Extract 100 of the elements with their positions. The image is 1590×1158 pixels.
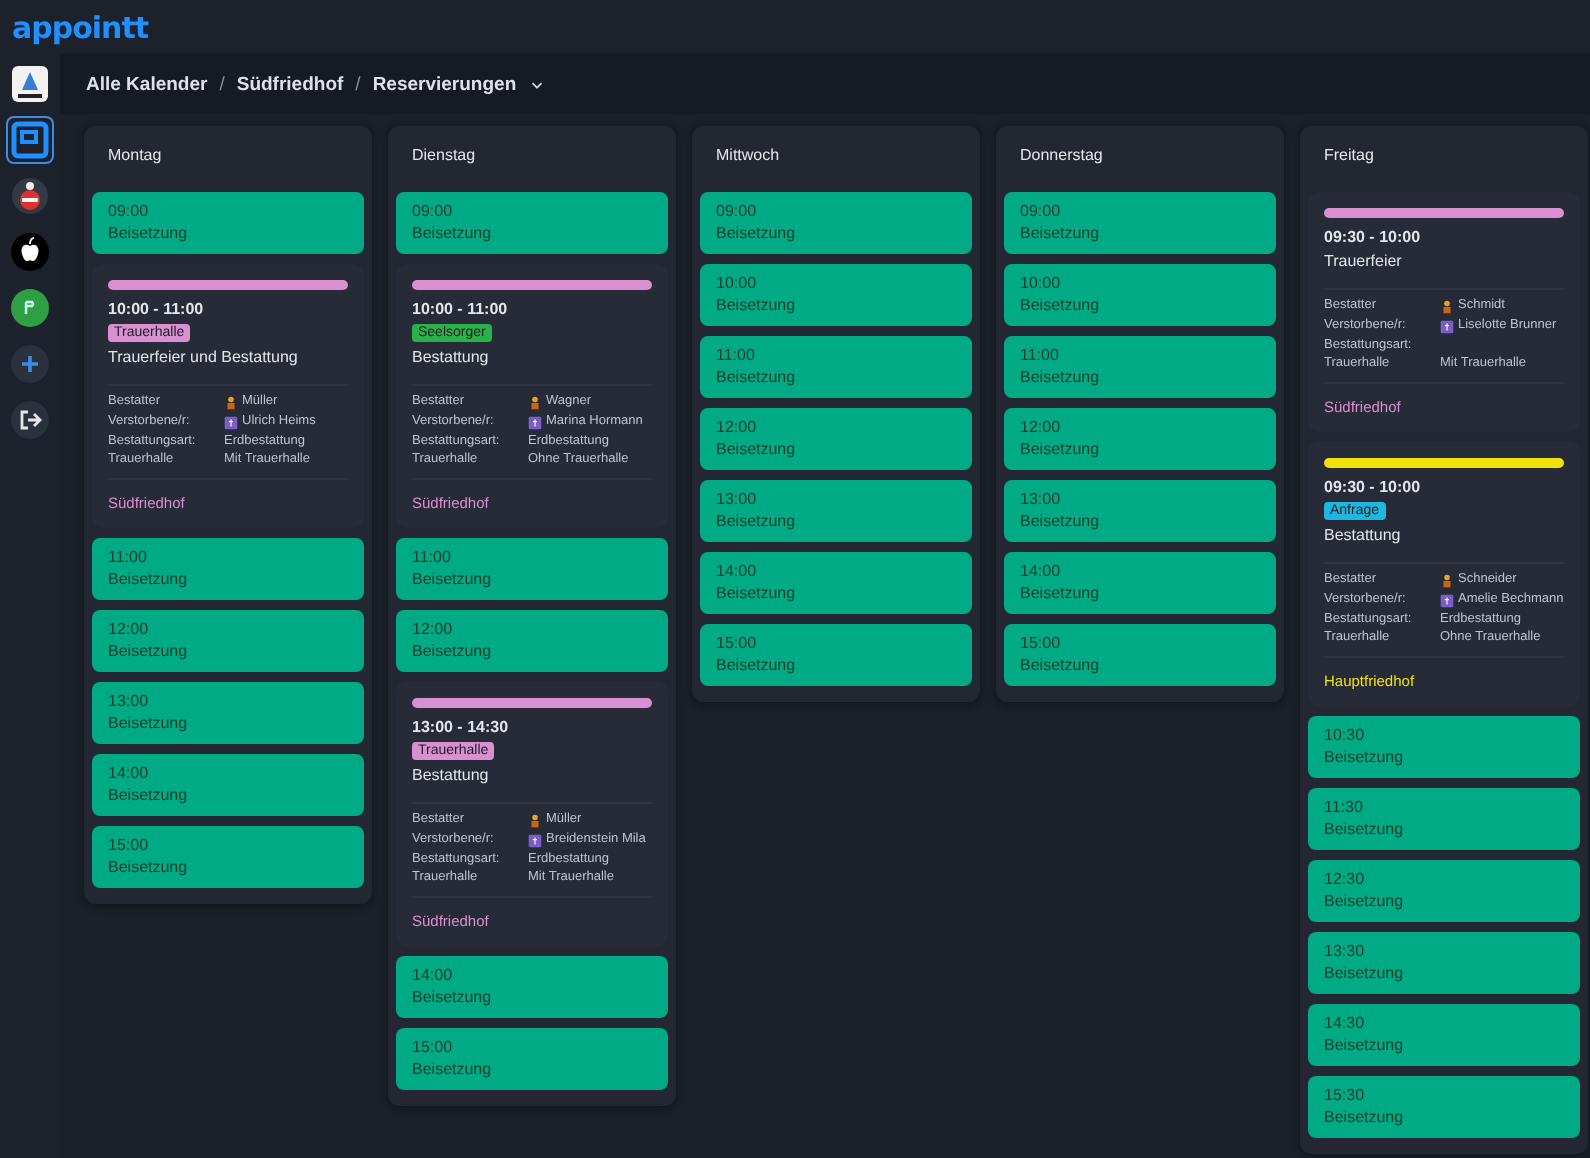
slot-label: Beisetzung	[108, 640, 190, 662]
free-slot-card[interactable]: 10:00 Beisetzung	[1004, 264, 1276, 326]
free-slot-card[interactable]: 11:00 Beisetzung	[396, 538, 668, 600]
slot-time: 12:30	[1324, 868, 1367, 890]
cross-icon	[1440, 594, 1454, 608]
slot-time: 15:00	[716, 632, 759, 654]
free-slot-card[interactable]: 09:00 Beisetzung	[1004, 192, 1276, 254]
breadcrumb-link[interactable]: Reservierungen	[372, 73, 517, 95]
booking-time: 10:00 - 11:00	[108, 300, 206, 318]
slot-label: Beisetzung	[1020, 438, 1102, 460]
p-square-icon[interactable]	[10, 120, 50, 160]
slot-label: Beisetzung	[412, 568, 494, 590]
slot-label: Beisetzung	[1020, 294, 1102, 316]
slot-time: 14:30	[1324, 1012, 1367, 1034]
slot-label: Beisetzung	[412, 1058, 494, 1080]
free-slot-card[interactable]: 14:00 Beisetzung	[396, 956, 668, 1018]
slot-label: Beisetzung	[108, 856, 190, 878]
slot-time: 13:30	[1324, 940, 1367, 962]
free-slot-card[interactable]: 09:00 Beisetzung	[700, 192, 972, 254]
logout-icon[interactable]	[10, 400, 50, 440]
breadcrumb-separator: /	[355, 73, 361, 95]
booking-title: Bestattung	[412, 766, 491, 784]
slot-label: Beisetzung	[108, 784, 190, 806]
free-slot-card[interactable]: 09:00 Beisetzung	[396, 192, 668, 254]
slot-time: 15:00	[1020, 632, 1063, 654]
free-slot-card[interactable]: 12:00 Beisetzung	[700, 408, 972, 470]
day-name: Montag	[106, 144, 164, 168]
p-letter-circle-icon[interactable]	[10, 288, 50, 328]
free-slot-card[interactable]: 13:30 Beisetzung	[1308, 932, 1580, 994]
slot-label: Beisetzung	[1020, 582, 1102, 604]
free-slot-card[interactable]: 14:30 Beisetzung	[1308, 1004, 1580, 1066]
app-logo[interactable]: appointt	[12, 9, 149, 45]
slot-label: Beisetzung	[108, 568, 190, 590]
free-slot-card[interactable]: 15:30 Beisetzung	[1308, 1076, 1580, 1138]
free-slot-card[interactable]: 11:30 Beisetzung	[1308, 788, 1580, 850]
free-slot-card[interactable]: 12:00 Beisetzung	[92, 610, 364, 672]
day-name: Dienstag	[410, 144, 478, 168]
free-slot-card[interactable]: 12:00 Beisetzung	[396, 610, 668, 672]
slot-time: 14:00	[716, 560, 759, 582]
free-slot-card[interactable]: 12:00 Beisetzung	[1004, 408, 1276, 470]
slot-time: 09:00	[1020, 200, 1063, 222]
cross-icon	[224, 416, 238, 430]
add-icon[interactable]	[10, 344, 50, 384]
slot-label: Beisetzung	[108, 712, 190, 734]
booking-time: 09:30 - 10:00	[1324, 478, 1423, 496]
day-name: Donnerstag	[1018, 144, 1105, 168]
person-icon	[1440, 574, 1454, 588]
slot-time: 10:00	[716, 272, 759, 294]
slot-time: 13:00	[108, 690, 151, 712]
slot-label: Beisetzung	[1324, 746, 1406, 768]
slot-label: Beisetzung	[1324, 1106, 1406, 1128]
slot-time: 09:00	[412, 200, 455, 222]
free-slot-card[interactable]: 10:00 Beisetzung	[700, 264, 972, 326]
slot-time: 12:00	[716, 416, 759, 438]
free-slot-card[interactable]: 12:30 Beisetzung	[1308, 860, 1580, 922]
slot-time: 13:00	[1020, 488, 1063, 510]
slot-label: Beisetzung	[716, 438, 798, 460]
slot-time: 12:00	[412, 618, 455, 640]
slot-label: Beisetzung	[716, 294, 798, 316]
slot-label: Beisetzung	[716, 654, 798, 676]
free-slot-card[interactable]: 15:00 Beisetzung	[92, 826, 364, 888]
free-slot-card[interactable]: 13:00 Beisetzung	[92, 682, 364, 744]
booking-title: Bestattung	[412, 348, 491, 366]
breadcrumb-link[interactable]: Alle Kalender	[86, 73, 208, 95]
slot-time: 10:30	[1324, 724, 1367, 746]
slot-label: Beisetzung	[1020, 510, 1102, 532]
free-slot-card[interactable]: 14:00 Beisetzung	[1004, 552, 1276, 614]
slot-time: 14:00	[108, 762, 151, 784]
org-logo-icon[interactable]	[10, 64, 50, 104]
booking-title: Trauerfeier	[1324, 252, 1404, 270]
slot-time: 15:00	[412, 1036, 455, 1058]
free-slot-card[interactable]: 15:00 Beisetzung	[700, 624, 972, 686]
apple-icon[interactable]	[10, 232, 50, 272]
slot-time: 10:00	[1020, 272, 1063, 294]
slot-time: 15:00	[108, 834, 151, 856]
crest-icon[interactable]	[10, 176, 50, 216]
slot-time: 12:00	[108, 618, 151, 640]
free-slot-card[interactable]: 14:00 Beisetzung	[700, 552, 972, 614]
slot-time: 09:00	[108, 200, 151, 222]
free-slot-card[interactable]: 11:00 Beisetzung	[700, 336, 972, 398]
slot-label: Beisetzung	[1324, 962, 1406, 984]
free-slot-card[interactable]: 15:00 Beisetzung	[1004, 624, 1276, 686]
free-slot-card[interactable]: 15:00 Beisetzung	[396, 1028, 668, 1090]
slot-label: Beisetzung	[716, 510, 798, 532]
free-slot-card[interactable]: 14:00 Beisetzung	[92, 754, 364, 816]
slot-label: Beisetzung	[1324, 818, 1406, 840]
free-slot-card[interactable]: 11:00 Beisetzung	[1004, 336, 1276, 398]
free-slot-card[interactable]: 13:00 Beisetzung	[1004, 480, 1276, 542]
cross-icon	[1440, 320, 1454, 334]
free-slot-card[interactable]: 09:00 Beisetzung	[92, 192, 364, 254]
free-slot-card[interactable]: 10:30 Beisetzung	[1308, 716, 1580, 778]
booking-time: 09:30 - 10:00	[1324, 228, 1423, 246]
breadcrumb-link[interactable]: Südfriedhof	[236, 73, 344, 95]
slot-time: 11:00	[1020, 344, 1061, 366]
free-slot-card[interactable]: 13:00 Beisetzung	[700, 480, 972, 542]
free-slot-card[interactable]: 11:00 Beisetzung	[92, 538, 364, 600]
slot-label: Beisetzung	[1324, 1034, 1406, 1056]
slot-time: 12:00	[1020, 416, 1063, 438]
slot-label: Beisetzung	[1020, 222, 1102, 244]
slot-label: Beisetzung	[1324, 890, 1406, 912]
